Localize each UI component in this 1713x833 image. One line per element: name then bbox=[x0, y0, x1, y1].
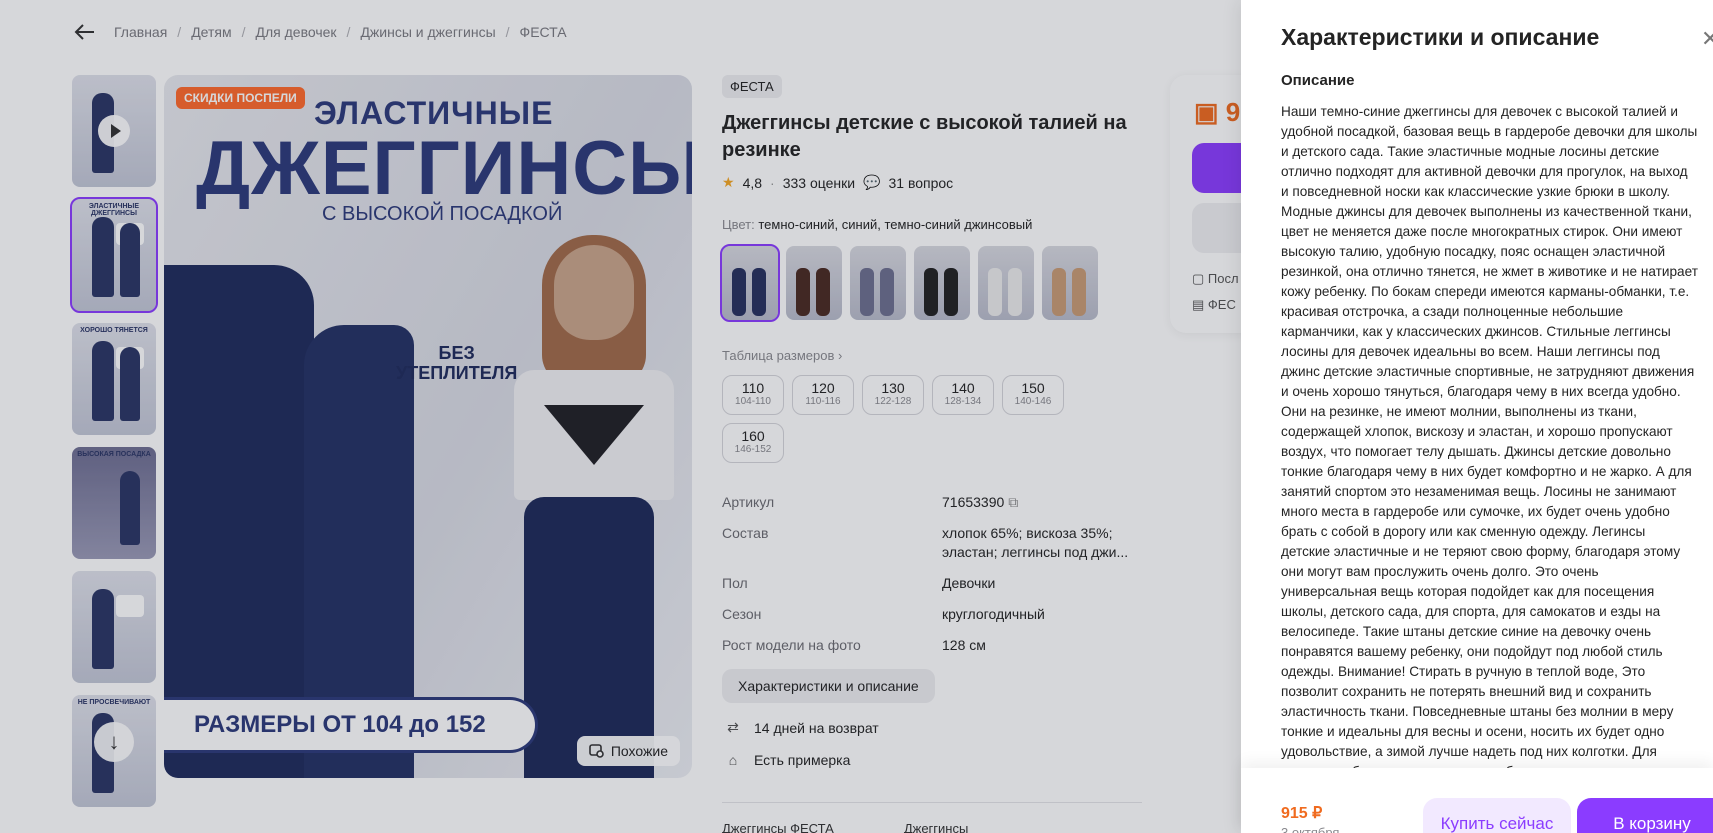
description-text: Наши темно-синие джеггинсы для девочек с… bbox=[1281, 104, 1698, 770]
footer-price: 915 ₽ bbox=[1281, 805, 1323, 822]
buy-now-button[interactable]: Купить сейчас bbox=[1423, 798, 1571, 833]
delivery-date: 3 октября bbox=[1281, 825, 1340, 833]
panel-footer: 915 ₽ 3 октября Купить сейчас В корзину bbox=[1241, 768, 1713, 833]
characteristics-panel: Характеристики и описание ✕ Описание Наш… bbox=[1241, 0, 1713, 833]
add-to-cart-button[interactable]: В корзину bbox=[1577, 798, 1713, 833]
close-icon[interactable]: ✕ bbox=[1701, 26, 1713, 52]
panel-title: Характеристики и описание bbox=[1281, 24, 1600, 50]
description-heading: Описание bbox=[1281, 72, 1355, 89]
modal-backdrop[interactable] bbox=[0, 0, 1241, 833]
